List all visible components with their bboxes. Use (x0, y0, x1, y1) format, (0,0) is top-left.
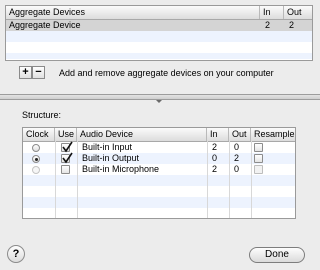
empty-row (23, 175, 295, 186)
structure-row[interactable]: Built-in Microphone 2 0 (23, 164, 295, 175)
aggregate-device-in: 2 (265, 20, 271, 30)
column-divider (207, 141, 208, 218)
splitter-grip-icon (156, 95, 162, 103)
aggregate-device-out: 2 (289, 20, 295, 30)
device-in: 0 (212, 153, 218, 163)
use-checkbox[interactable] (61, 141, 73, 153)
structure-table-header: Clock Use Audio Device In Out Resample (23, 128, 295, 142)
empty-row (6, 31, 312, 42)
add-button[interactable]: + (19, 66, 32, 79)
header-resample[interactable]: Resample (251, 128, 295, 141)
empty-row (23, 186, 295, 197)
header-in[interactable]: In (260, 6, 284, 19)
clock-radio[interactable] (32, 155, 40, 163)
header-out[interactable]: Out (229, 128, 251, 141)
aggregate-device-row[interactable]: Aggregate Device 2 2 (6, 20, 312, 31)
resample-checkbox[interactable] (254, 154, 263, 163)
resample-checkbox[interactable] (254, 165, 263, 174)
device-out: 0 (234, 164, 240, 174)
checkmark-icon (62, 152, 73, 164)
clock-radio[interactable] (32, 166, 40, 174)
column-divider (251, 141, 252, 218)
use-checkbox[interactable] (61, 165, 70, 174)
structure-table: Clock Use Audio Device In Out Resample B… (22, 127, 296, 219)
device-name: Built-in Microphone (82, 164, 160, 174)
device-name: Built-in Output (82, 153, 140, 163)
aggregate-devices-table: Aggregate Devices In Out Aggregate Devic… (5, 5, 313, 61)
device-out: 2 (234, 153, 240, 163)
structure-label: Structure: (22, 110, 62, 120)
clock-radio[interactable] (32, 144, 40, 152)
header-audio-device[interactable]: Audio Device (77, 128, 207, 141)
remove-button[interactable]: − (32, 66, 45, 79)
empty-row (23, 208, 295, 217)
splitter[interactable] (0, 94, 320, 103)
empty-row (6, 53, 312, 59)
header-use[interactable]: Use (55, 128, 77, 141)
header-out[interactable]: Out (284, 6, 312, 19)
resample-checkbox[interactable] (254, 143, 263, 152)
column-divider (229, 141, 230, 218)
header-aggregate-devices[interactable]: Aggregate Devices (6, 6, 260, 19)
header-clock[interactable]: Clock (23, 128, 55, 141)
empty-row (23, 197, 295, 208)
structure-row[interactable]: Built-in Output 0 2 (23, 152, 295, 164)
aggregate-table-header: Aggregate Devices In Out (6, 6, 312, 20)
use-checkbox[interactable] (61, 152, 73, 164)
device-out: 0 (234, 142, 240, 152)
column-divider (55, 141, 56, 218)
column-divider (77, 141, 78, 218)
add-remove-hint: Add and remove aggregate devices on your… (59, 68, 274, 78)
header-in[interactable]: In (207, 128, 229, 141)
device-in: 2 (212, 164, 218, 174)
device-name: Built-in Input (82, 142, 133, 152)
help-button[interactable]: ? (7, 245, 25, 263)
done-button[interactable]: Done (249, 247, 305, 263)
aggregate-device-name: Aggregate Device (9, 20, 81, 30)
device-in: 2 (212, 142, 218, 152)
